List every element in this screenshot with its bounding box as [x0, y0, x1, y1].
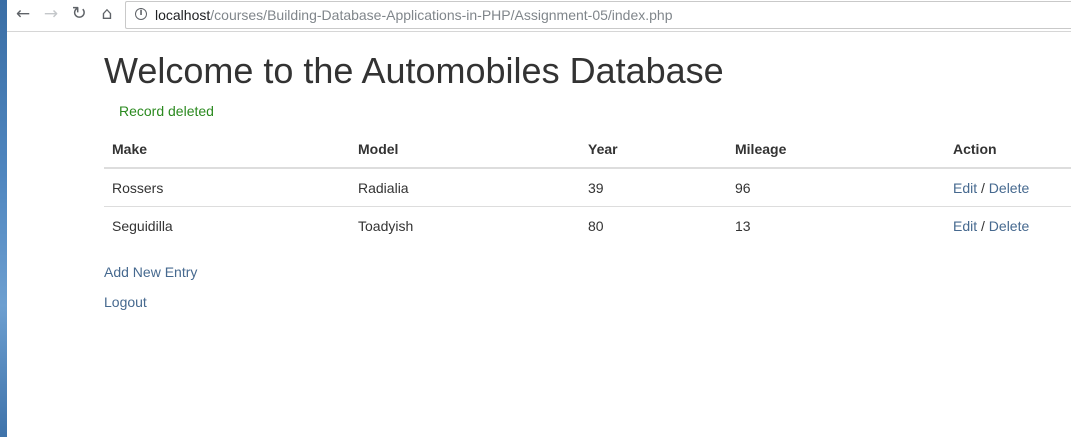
column-header-mileage: Mileage — [727, 131, 945, 169]
logout-link[interactable]: Logout — [104, 294, 147, 310]
column-header-make: Make — [104, 131, 350, 169]
forward-arrow-icon[interactable]: → — [41, 4, 61, 24]
edit-link[interactable]: Edit — [953, 180, 977, 196]
edit-link[interactable]: Edit — [953, 218, 977, 234]
back-arrow-icon[interactable]: ← — [13, 4, 33, 24]
address-bar[interactable]: i localhost/courses/Building-Database-Ap… — [125, 1, 1071, 29]
desktop-background-strip — [0, 0, 7, 437]
column-header-model: Model — [350, 131, 580, 169]
cell-year: 80 — [588, 217, 604, 234]
table-row: Seguidilla Toadyish 80 13 Edit / Delete — [104, 207, 1071, 245]
action-separator: / — [977, 179, 989, 196]
column-header-action: Action — [945, 131, 1071, 169]
url-text[interactable]: localhost/courses/Building-Database-Appl… — [155, 7, 673, 23]
delete-link[interactable]: Delete — [989, 180, 1029, 196]
browser-toolbar: ← → ↻ ⌂ i localhost/courses/Building-Dat… — [7, 0, 1071, 32]
page-title: Welcome to the Automobiles Database — [104, 50, 724, 91]
url-host: localhost — [155, 7, 211, 23]
reload-icon[interactable]: ↻ — [69, 4, 89, 24]
action-separator: / — [977, 217, 989, 234]
url-path: /courses/Building-Database-Applications-… — [210, 7, 673, 23]
cell-model: Toadyish — [358, 217, 414, 234]
column-header-year: Year — [580, 131, 727, 169]
cell-model: Radialia — [350, 168, 580, 207]
cell-action: Edit / Delete — [945, 168, 1071, 207]
cell-make: Seguidilla — [112, 217, 173, 234]
table-header-row: Make Model Year Mileage Action — [104, 131, 1071, 169]
add-new-entry-link[interactable]: Add New Entry — [104, 264, 197, 280]
cell-mileage: 96 — [727, 168, 945, 207]
info-icon[interactable]: i — [135, 8, 147, 20]
delete-link[interactable]: Delete — [989, 218, 1029, 234]
cell-mileage: 13 — [735, 217, 751, 234]
flash-message: Record deleted — [119, 103, 214, 119]
table-row: Rossers Radialia 39 96 Edit / Delete — [104, 168, 1071, 207]
cell-make: Rossers — [104, 168, 350, 207]
cell-year: 39 — [580, 168, 727, 207]
home-icon[interactable]: ⌂ — [97, 4, 117, 24]
automobiles-table: Make Model Year Mileage Action Rossers R… — [104, 131, 1071, 244]
cell-action: Edit / Delete — [945, 207, 1071, 245]
